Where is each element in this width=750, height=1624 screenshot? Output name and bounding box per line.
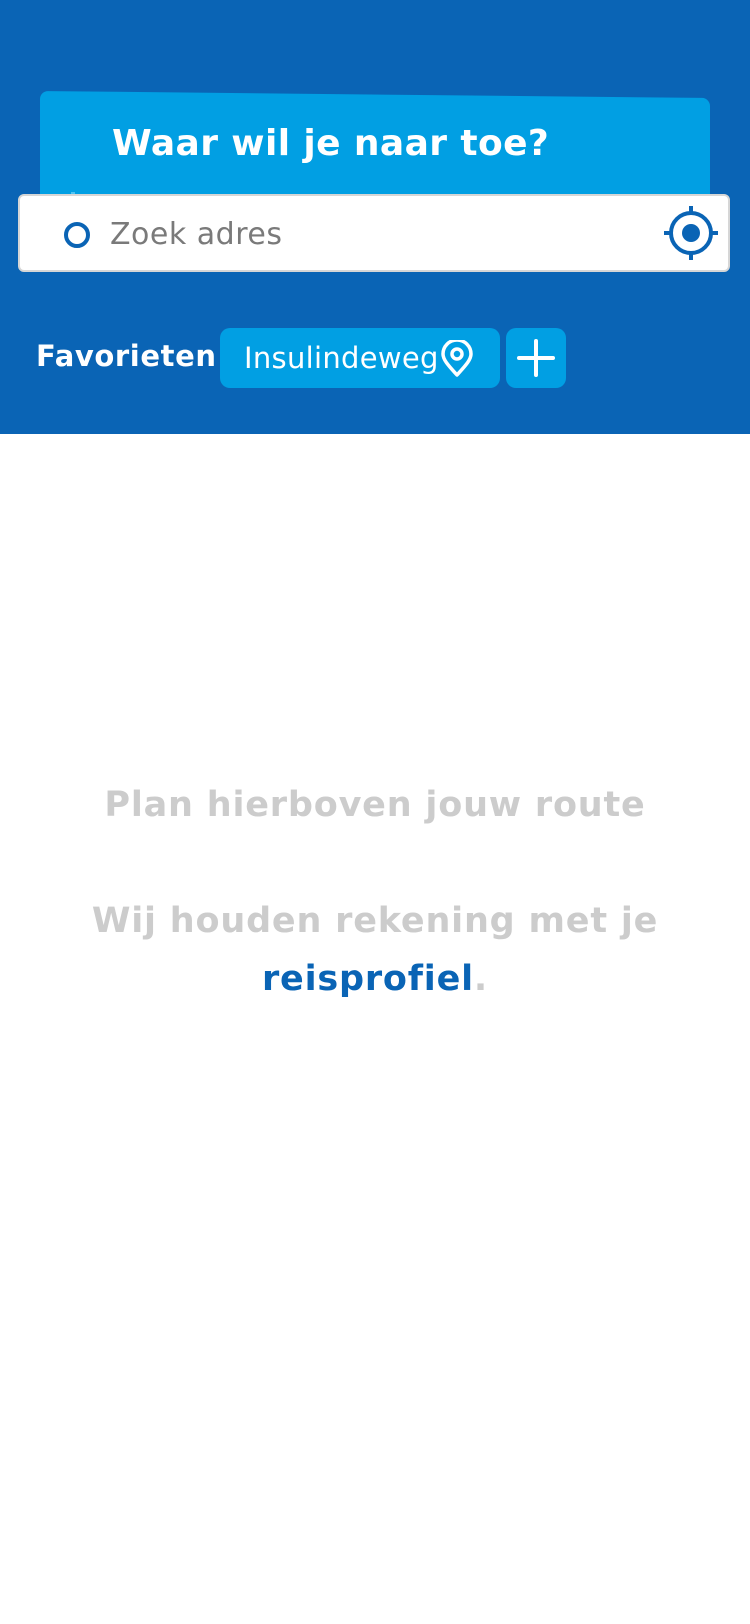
location-pin-icon [440, 338, 474, 378]
page-title: Waar wil je naar toe? [112, 123, 550, 164]
search-input[interactable] [110, 210, 630, 258]
empty-state-suffix: . [473, 959, 489, 999]
current-location-icon[interactable] [664, 206, 718, 260]
empty-state-message: Wij houden rekening met je reisprofiel. [0, 892, 750, 1008]
empty-state-prefix: Wij houden rekening met je [91, 901, 659, 941]
favorites-label: Favorieten [36, 339, 217, 373]
origin-circle-icon [64, 222, 90, 248]
favorite-chip-label: Insulindeweg [244, 341, 439, 375]
empty-state: Plan hierboven jouw route Wij houden rek… [0, 776, 750, 1008]
empty-state-title: Plan hierboven jouw route [104, 785, 646, 825]
favorite-chip-insulindeweg[interactable]: Insulindeweg [220, 328, 500, 388]
travel-profile-link[interactable]: reisprofiel [262, 959, 474, 999]
search-box[interactable] [18, 194, 730, 272]
plus-icon [517, 339, 555, 377]
add-favorite-button[interactable] [506, 328, 566, 388]
